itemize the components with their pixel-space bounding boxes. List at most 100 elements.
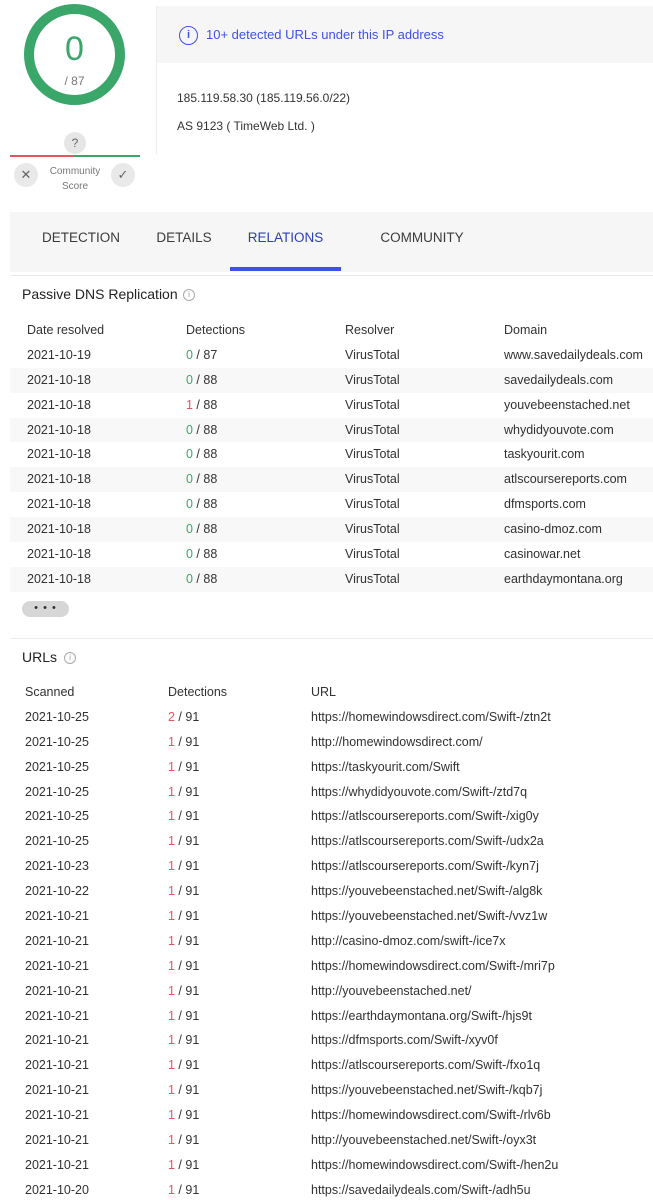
- tab-details[interactable]: DETAILS: [148, 212, 220, 272]
- detection-count: 1: [168, 1182, 175, 1197]
- detection-count: 1: [168, 834, 175, 849]
- detections-cell: 0 / 88: [186, 547, 217, 561]
- passive-dns-header: Date resolved Detections Resolver Domain: [10, 318, 653, 343]
- url-link[interactable]: https://youvebeenstached.net/Swift-/alg8…: [311, 884, 542, 898]
- scanned-date-cell: 2021-10-25: [25, 734, 89, 749]
- scanned-date-cell: 2021-10-21: [25, 1108, 89, 1123]
- url-link[interactable]: https://savedailydeals.com/Swift-/adh5u: [311, 1183, 531, 1197]
- detections-cell: 2 / 91: [168, 710, 199, 724]
- resolver-cell: VirusTotal: [345, 372, 400, 387]
- detected-urls-alert[interactable]: i 10+ detected URLs under this IP addres…: [157, 6, 653, 63]
- detection-total: / 87: [192, 347, 218, 362]
- url-link[interactable]: https://earthdaymontana.org/Swift-/hjs9t: [311, 1009, 532, 1023]
- urls-info-icon[interactable]: i: [64, 652, 76, 664]
- detection-score-ring: 0 / 87: [24, 4, 125, 105]
- date-resolved-cell: 2021-10-19: [27, 347, 91, 362]
- domain-link[interactable]: dfmsports.com: [504, 497, 586, 511]
- detection-count: 1: [168, 809, 175, 824]
- url-link[interactable]: https://atlscoursereports.com/Swift-/fxo…: [311, 1058, 540, 1072]
- detection-total: / 91: [174, 983, 200, 998]
- detection-total: / 88: [192, 447, 218, 462]
- detected-urls-alert-text[interactable]: 10+ detected URLs under this IP address: [206, 27, 444, 42]
- table-row: 2021-10-18 0 / 88 VirusTotal atlscourserepo…: [10, 467, 653, 493]
- detection-total: / 91: [174, 1033, 200, 1048]
- detections-cell: 1 / 91: [168, 934, 199, 948]
- vote-harmful-button[interactable]: ✕: [14, 163, 38, 187]
- url-link[interactable]: https://atlscoursereports.com/Swift-/kyn…: [311, 859, 539, 873]
- detections-cell: 0 / 88: [186, 447, 217, 461]
- detections-cell: 0 / 88: [186, 522, 217, 536]
- domain-link[interactable]: atlscoursereports.com: [504, 472, 627, 486]
- urls-header: Scanned Detections URL: [10, 680, 653, 705]
- detection-count: 0: [186, 472, 193, 487]
- scanned-date-cell: 2021-10-21: [25, 933, 89, 948]
- urls-title: URLs: [22, 649, 58, 665]
- detection-count: 0: [186, 372, 193, 387]
- scanned-date-cell: 2021-10-23: [25, 859, 89, 874]
- table-row: 2021-10-21 1 / 91 https://homewindowsdirec…: [10, 1103, 653, 1128]
- domain-link[interactable]: savedailydeals.com: [504, 373, 613, 387]
- table-row: 2021-10-21 1 / 91 https://atlscoursereport…: [10, 1053, 653, 1078]
- url-link[interactable]: https://whydidyouvote.com/Swift-/ztd7q: [311, 785, 527, 799]
- detections-cell: 1 / 91: [168, 1108, 199, 1122]
- domain-link[interactable]: whydidyouvote.com: [504, 423, 614, 437]
- table-row: 2021-10-18 0 / 88 VirusTotal savedailydeals…: [10, 367, 653, 393]
- table-row: 2021-10-22 1 / 91 https://youvebeenstached…: [10, 879, 653, 904]
- url-link[interactable]: https://youvebeenstached.net/Swift-/kqb7…: [311, 1083, 542, 1097]
- domain-link[interactable]: casinowar.net: [504, 547, 580, 561]
- url-link[interactable]: http://homewindowsdirect.com/: [311, 735, 483, 749]
- col-detections: Detections: [186, 323, 246, 337]
- domain-link[interactable]: earthdaymontana.org: [504, 572, 623, 586]
- date-resolved-cell: 2021-10-18: [27, 422, 91, 437]
- detection-count: 1: [168, 784, 175, 799]
- domain-link[interactable]: casino-dmoz.com: [504, 522, 602, 536]
- url-link[interactable]: https://homewindowsdirect.com/Swift-/ztn…: [311, 710, 551, 724]
- tab-detection[interactable]: DETECTION: [28, 212, 134, 272]
- table-row: 2021-10-25 1 / 91 http://homewindowsdirect…: [10, 730, 653, 755]
- detection-count: 1: [168, 1033, 175, 1048]
- detection-total: / 91: [174, 933, 200, 948]
- detection-count: 1: [168, 983, 175, 998]
- url-link[interactable]: https://homewindowsdirect.com/Swift-/mri…: [311, 959, 555, 973]
- url-link[interactable]: https://atlscoursereports.com/Swift-/xig…: [311, 809, 539, 823]
- url-link[interactable]: https://taskyourit.com/Swift: [311, 760, 460, 774]
- vote-harmless-button[interactable]: ✓: [111, 163, 135, 187]
- detection-count: 1: [168, 1008, 175, 1023]
- url-link[interactable]: https://atlscoursereports.com/Swift-/udx…: [311, 834, 544, 848]
- scanned-date-cell: 2021-10-21: [25, 1033, 89, 1048]
- url-link[interactable]: http://youvebeenstached.net/Swift-/oyx3t: [311, 1133, 536, 1147]
- detection-total: / 88: [192, 547, 218, 562]
- detection-count: 1: [168, 958, 175, 973]
- col-resolver: Resolver: [345, 323, 395, 337]
- scanned-date-cell: 2021-10-21: [25, 1083, 89, 1098]
- url-link[interactable]: https://homewindowsdirect.com/Swift-/hen…: [311, 1158, 558, 1172]
- domain-link[interactable]: www.savedailydeals.com: [504, 348, 643, 362]
- col-domain: Domain: [504, 323, 548, 337]
- url-link[interactable]: https://dfmsports.com/Swift-/xyv0f: [311, 1033, 498, 1047]
- url-link[interactable]: https://youvebeenstached.net/Swift-/vvz1…: [311, 909, 547, 923]
- detection-count: 0: [186, 497, 193, 512]
- detection-total: / 91: [174, 734, 200, 749]
- url-link[interactable]: http://casino-dmoz.com/swift-/ice7x: [311, 934, 506, 948]
- detection-total: / 91: [174, 834, 200, 849]
- tab-relations[interactable]: RELATIONS: [230, 212, 341, 272]
- resolver-cell: VirusTotal: [345, 472, 400, 487]
- domain-link[interactable]: taskyourit.com: [504, 447, 585, 461]
- table-row: 2021-10-18 0 / 88 VirusTotal casinowar.net: [10, 542, 653, 567]
- detection-count: 0: [186, 522, 193, 537]
- detection-total: / 91: [174, 1133, 200, 1148]
- detection-count: 0: [186, 447, 193, 462]
- url-link[interactable]: https://homewindowsdirect.com/Swift-/rlv…: [311, 1108, 551, 1122]
- detections-cell: 1 / 91: [168, 1133, 199, 1147]
- detection-total: / 91: [174, 859, 200, 874]
- show-more-button[interactable]: • • •: [22, 601, 69, 617]
- domain-link[interactable]: youvebeenstached.net: [504, 398, 630, 412]
- passive-dns-info-icon[interactable]: i: [183, 289, 195, 301]
- tab-community[interactable]: COMMUNITY: [362, 212, 482, 272]
- detection-count: 1: [168, 1157, 175, 1172]
- detection-total: / 91: [174, 1108, 200, 1123]
- table-row: 2021-10-21 1 / 91 https://homewindowsdirec…: [10, 954, 653, 979]
- table-row: 2021-10-21 1 / 91 http://youvebeenstached.…: [10, 1128, 653, 1153]
- detections-cell: 0 / 88: [186, 497, 217, 511]
- url-link[interactable]: http://youvebeenstached.net/: [311, 984, 472, 998]
